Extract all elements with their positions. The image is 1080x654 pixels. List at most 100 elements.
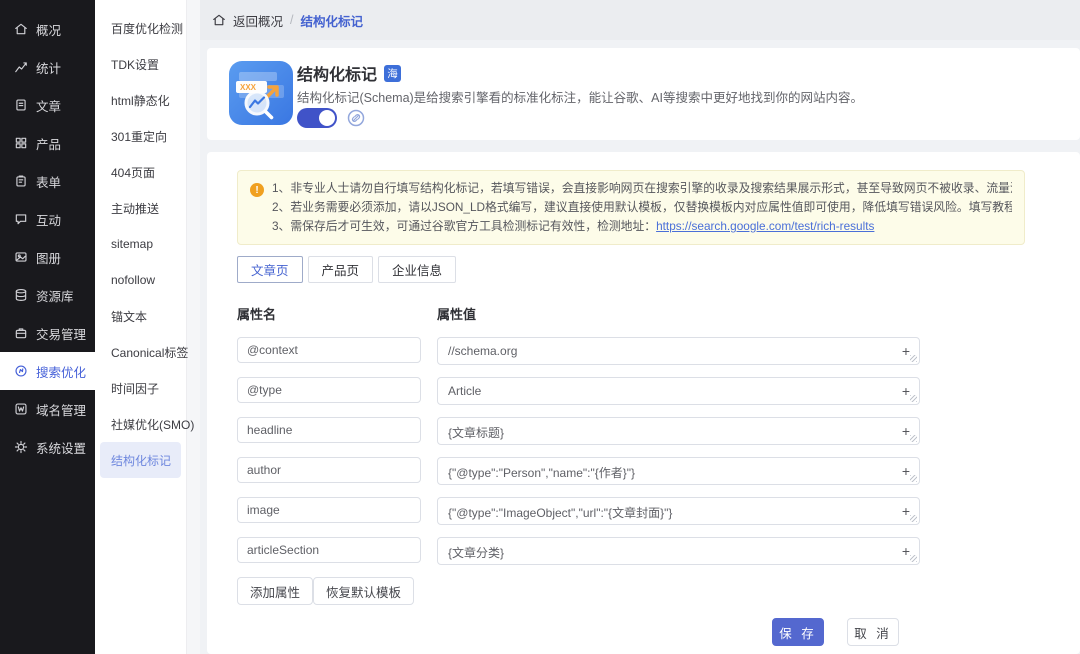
sidebar-item-settings[interactable]: 系统设置 [0, 428, 95, 466]
schema-editor-card: ! 1、非专业人士请勿自行填写结构化标记，若填写错误，会直接影响网页在搜索引擎的… [207, 152, 1080, 654]
restore-default-template-button[interactable]: 恢复默认模板 [313, 577, 415, 605]
library-icon [13, 288, 28, 303]
sidebar-item-library[interactable]: 资源库 [0, 276, 95, 314]
resize-handle[interactable] [910, 475, 917, 482]
sidebar-item-label: 文章 [36, 99, 62, 114]
resize-handle[interactable] [910, 355, 917, 362]
sidebar-item-gallery[interactable]: 图册 [0, 238, 95, 276]
property-name-input[interactable] [237, 537, 421, 563]
sidebar-item-overview[interactable]: 概况 [0, 10, 95, 48]
seo-icon [13, 364, 28, 379]
submenu-item-baidu-check[interactable]: 百度优化检测 [95, 10, 186, 46]
resize-handle[interactable] [910, 435, 917, 442]
add-property-button[interactable]: 添加属性 [237, 577, 314, 605]
submenu-item-anchor[interactable]: 锚文本 [95, 298, 186, 334]
property-name-input[interactable] [237, 377, 421, 403]
sidebar-item-label: 交易管理 [36, 327, 87, 342]
submenu-item-tdk[interactable]: TDK设置 [95, 46, 186, 82]
sidebar-item-label: 表单 [36, 175, 62, 190]
sidebar-item-label: 资源库 [36, 289, 74, 304]
submenu-item-404[interactable]: 404页面 [95, 154, 186, 190]
feature-badge: 海 [384, 64, 402, 82]
property-value-field[interactable]: {"@type":"ImageObject","url":"{文章封面}"} + [437, 497, 920, 525]
property-value-field[interactable]: //schema.org + [437, 337, 920, 365]
tab-product-page[interactable]: 产品页 [307, 256, 374, 283]
submenu-item-schema[interactable]: 结构化标记 [100, 442, 181, 478]
chat-icon [13, 212, 28, 227]
insert-variable-icon[interactable]: + [902, 423, 910, 439]
property-value-field[interactable]: Article + [437, 377, 920, 405]
home-icon [213, 14, 225, 26]
sidebar-item-label: 系统设置 [36, 441, 87, 456]
sidebar-item-seo[interactable]: 搜索优化 [0, 352, 95, 390]
submenu-item-canonical[interactable]: Canonical标签 [95, 334, 188, 370]
rich-results-link[interactable]: https://search.google.com/test/rich-resu… [656, 219, 874, 233]
submenu-item-nofollow[interactable]: nofollow [95, 262, 186, 298]
seo-submenu: 百度优化检测 TDK设置 html静态化 301重定向 404页面 主动推送 s… [95, 0, 194, 654]
sidebar-item-forms[interactable]: 表单 [0, 162, 95, 200]
form-icon [13, 174, 28, 189]
link-icon[interactable] [347, 109, 365, 127]
submenu-item-time-factor[interactable]: 时间因子 [95, 370, 186, 406]
notice-line-3: 3、需保存后才可生效，可通过谷歌官方工具检测标记有效性，检测地址：https:/… [272, 219, 875, 233]
sidebar-item-articles[interactable]: 文章 [0, 86, 95, 124]
feature-toggle[interactable] [297, 108, 337, 128]
feature-title: 结构化标记 [297, 67, 378, 84]
breadcrumb-back-link[interactable]: 返回概况 [233, 11, 283, 30]
sidebar-item-trade[interactable]: 交易管理 [0, 314, 95, 352]
product-icon [13, 136, 28, 151]
submenu-item-301[interactable]: 301重定向 [95, 118, 186, 154]
insert-variable-icon[interactable]: + [902, 503, 910, 519]
sidebar-item-label: 概况 [36, 23, 62, 38]
breadcrumb-separator: / [290, 13, 294, 27]
sidebar-item-stats[interactable]: 统计 [0, 48, 95, 86]
feature-description: 结构化标记(Schema)是给搜索引擎看的标准化标注，能让谷歌、AI等搜索中更好… [297, 91, 863, 105]
gallery-icon [13, 250, 28, 265]
insert-variable-icon[interactable]: + [902, 463, 910, 479]
notice-box: ! 1、非专业人士请勿自行填写结构化标记，若填写错误，会直接影响网页在搜索引擎的… [237, 170, 1025, 245]
property-name-input[interactable] [237, 337, 421, 363]
insert-variable-icon[interactable]: + [902, 383, 910, 399]
submenu-item-sitemap[interactable]: sitemap [95, 226, 186, 262]
sidebar-item-label: 图册 [36, 251, 62, 266]
property-value-field[interactable]: {文章分类} + [437, 537, 920, 565]
notice-line-2: 2、若业务需要必须添加，请以JSON_LD格式编写，建议直接使用默认模板，仅替换… [272, 200, 1012, 214]
property-value-field[interactable]: {"@type":"Person","name":"{作者}"} + [437, 457, 920, 485]
stats-icon [13, 60, 28, 75]
submenu-item-html-static[interactable]: html静态化 [95, 82, 186, 118]
schema-app-icon: XXX [229, 61, 293, 125]
tab-company-info[interactable]: 企业信息 [378, 256, 457, 283]
insert-variable-icon[interactable]: + [902, 543, 910, 559]
property-name-input[interactable] [237, 417, 421, 443]
domain-icon [13, 402, 28, 417]
sidebar-item-domain[interactable]: 域名管理 [0, 390, 95, 428]
property-name-input[interactable] [237, 457, 421, 483]
submenu-item-push[interactable]: 主动推送 [95, 190, 186, 226]
tab-article-page[interactable]: 文章页 [237, 256, 303, 283]
resize-handle[interactable] [910, 555, 917, 562]
sidebar-gap [187, 0, 200, 654]
breadcrumb-current: 结构化标记 [300, 14, 364, 29]
resize-handle[interactable] [910, 515, 917, 522]
resize-handle[interactable] [910, 395, 917, 402]
breadcrumb: 返回概况 / 结构化标记 [200, 0, 1080, 40]
sidebar-item-label: 互动 [36, 213, 62, 228]
cancel-button[interactable]: 取 消 [847, 618, 899, 646]
property-name-input[interactable] [237, 497, 421, 523]
feature-card: XXX 结构化标记 海 结构化标记(Schema)是给搜索引擎看的标准化标注，能… [207, 48, 1080, 140]
insert-variable-icon[interactable]: + [902, 343, 910, 359]
main-sidebar: 概况 统计 文章 产品 表单 互动 图册 资源库 交易管理 搜索优化 域名管理 … [0, 0, 95, 654]
sidebar-item-interaction[interactable]: 互动 [0, 200, 95, 238]
notice-line-1: 1、非专业人士请勿自行填写结构化标记，若填写错误，会直接影响网页在搜索引擎的收录… [272, 181, 1012, 195]
sidebar-item-label: 域名管理 [36, 403, 87, 418]
trade-icon [13, 326, 28, 341]
save-button[interactable]: 保 存 [772, 618, 824, 646]
sidebar-item-products[interactable]: 产品 [0, 124, 95, 162]
warning-icon: ! [250, 183, 264, 197]
page: 概况 统计 文章 产品 表单 互动 图册 资源库 交易管理 搜索优化 域名管理 … [0, 0, 1080, 654]
sidebar-item-label: 搜索优化 [36, 365, 87, 380]
property-value-field[interactable]: {文章标题} + [437, 417, 920, 445]
sidebar-item-label: 统计 [36, 61, 62, 76]
svg-text:XXX: XXX [240, 83, 257, 92]
submenu-item-smo[interactable]: 社媒优化(SMO) [95, 406, 194, 442]
